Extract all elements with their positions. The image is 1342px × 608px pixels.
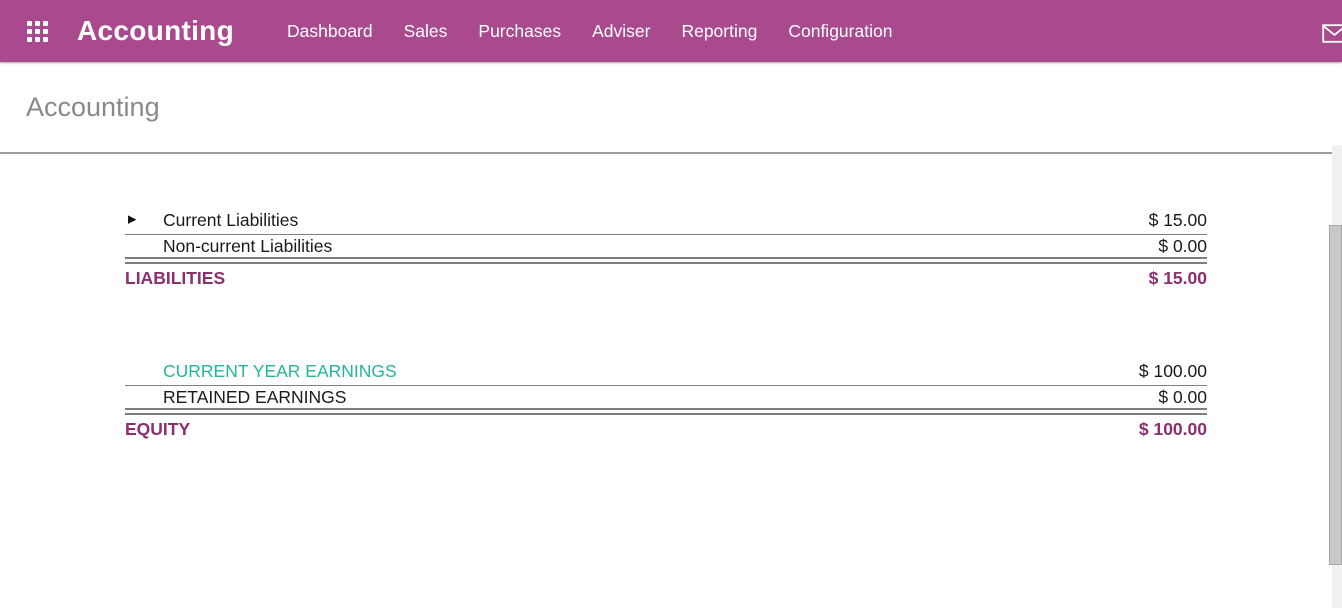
line-amount: $ 0.00 [1158, 387, 1207, 408]
report-total-equity: EQUITY $ 100.00 [125, 415, 1207, 443]
main-menu: Dashboard Sales Purchases Adviser Report… [287, 21, 892, 42]
line-amount: $ 15.00 [1149, 210, 1207, 231]
apps-menu-button[interactable] [27, 21, 48, 42]
menu-item-purchases[interactable]: Purchases [478, 21, 561, 42]
line-amount: $ 100.00 [1139, 361, 1207, 382]
report-line-retained-earnings[interactable]: RETAINED EARNINGS $ 0.00 [125, 386, 1207, 415]
line-label: Non-current Liabilities [125, 236, 332, 257]
top-navbar: Accounting Dashboard Sales Purchases Adv… [0, 0, 1342, 62]
breadcrumb-title: Accounting [26, 92, 160, 123]
apps-grid-icon [27, 21, 48, 42]
menu-item-dashboard[interactable]: Dashboard [287, 21, 373, 42]
line-amount: $ 0.00 [1158, 236, 1207, 257]
scrollbar-track[interactable] [1332, 145, 1342, 608]
total-label: EQUITY [125, 419, 190, 440]
breadcrumb-bar: Accounting [0, 62, 1342, 154]
scrollbar-thumb[interactable] [1329, 225, 1342, 565]
menu-item-configuration[interactable]: Configuration [788, 21, 892, 42]
total-amount: $ 15.00 [1149, 268, 1207, 289]
caret-right-icon[interactable]: ▶ [128, 215, 136, 226]
line-label: RETAINED EARNINGS [125, 387, 346, 408]
section-gap [125, 292, 1207, 357]
report-total-liabilities: LIABILITIES $ 15.00 [125, 264, 1207, 292]
total-amount: $ 100.00 [1139, 419, 1207, 440]
equity-section: CURRENT YEAR EARNINGS $ 100.00 RETAINED … [125, 357, 1207, 443]
balance-sheet-table: ▶ Current Liabilities $ 15.00 Non-curren… [125, 206, 1207, 443]
menu-item-adviser[interactable]: Adviser [592, 21, 650, 42]
report-line-current-year-earnings[interactable]: CURRENT YEAR EARNINGS $ 100.00 [125, 357, 1207, 386]
total-label: LIABILITIES [125, 268, 225, 289]
report-content: ▶ Current Liabilities $ 15.00 Non-curren… [0, 206, 1342, 443]
report-line-current-liabilities[interactable]: ▶ Current Liabilities $ 15.00 [125, 206, 1207, 235]
menu-item-sales[interactable]: Sales [404, 21, 448, 42]
line-label: Current Liabilities [125, 210, 298, 231]
liabilities-section: ▶ Current Liabilities $ 15.00 Non-curren… [125, 206, 1207, 292]
menu-item-reporting[interactable]: Reporting [681, 21, 757, 42]
line-label: CURRENT YEAR EARNINGS [125, 361, 397, 382]
app-name[interactable]: Accounting [77, 15, 234, 47]
report-line-non-current-liabilities[interactable]: Non-current Liabilities $ 0.00 [125, 235, 1207, 264]
messages-envelope-icon[interactable] [1322, 24, 1342, 43]
